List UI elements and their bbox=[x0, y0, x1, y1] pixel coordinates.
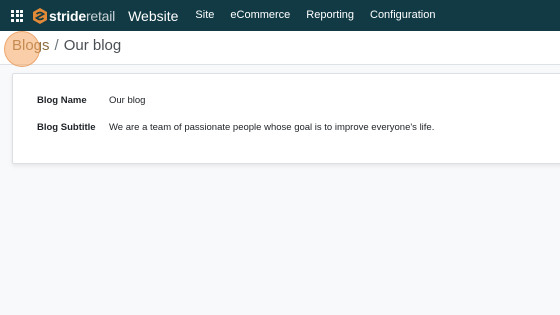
field-label: Blog Name bbox=[37, 95, 87, 106]
field-blog-subtitle: Blog Subtitle We are a team of passionat… bbox=[37, 122, 434, 133]
field-blog-name: Blog Name Our blog bbox=[37, 95, 145, 106]
top-navbar: strideretail Website Site eCommerce Repo… bbox=[0, 0, 560, 31]
control-panel: Blogs / Our blog bbox=[0, 31, 560, 65]
menu-item-configuration[interactable]: Configuration bbox=[362, 0, 443, 31]
click-indicator bbox=[4, 31, 40, 67]
stride-logo-icon bbox=[33, 7, 47, 24]
breadcrumb-current: Our blog bbox=[63, 37, 122, 54]
breadcrumb-separator: / bbox=[54, 37, 59, 54]
blog-name-value[interactable]: Our blog bbox=[109, 95, 145, 106]
menu-item-reporting[interactable]: Reporting bbox=[298, 0, 362, 31]
main-menu: Site eCommerce Reporting Configuration bbox=[187, 0, 443, 31]
app-name[interactable]: Website bbox=[128, 8, 178, 24]
blog-subtitle-value[interactable]: We are a team of passionate people whose… bbox=[109, 122, 434, 133]
menu-item-site[interactable]: Site bbox=[187, 0, 222, 31]
company-logo: strideretail bbox=[33, 7, 116, 24]
apps-grid-icon[interactable] bbox=[11, 9, 23, 22]
menu-item-ecommerce[interactable]: eCommerce bbox=[222, 0, 298, 31]
field-label: Blog Subtitle bbox=[37, 122, 96, 133]
logo-text: strideretail bbox=[49, 7, 116, 24]
form-sheet: Blog Name Our blog Blog Subtitle We are … bbox=[12, 73, 560, 164]
